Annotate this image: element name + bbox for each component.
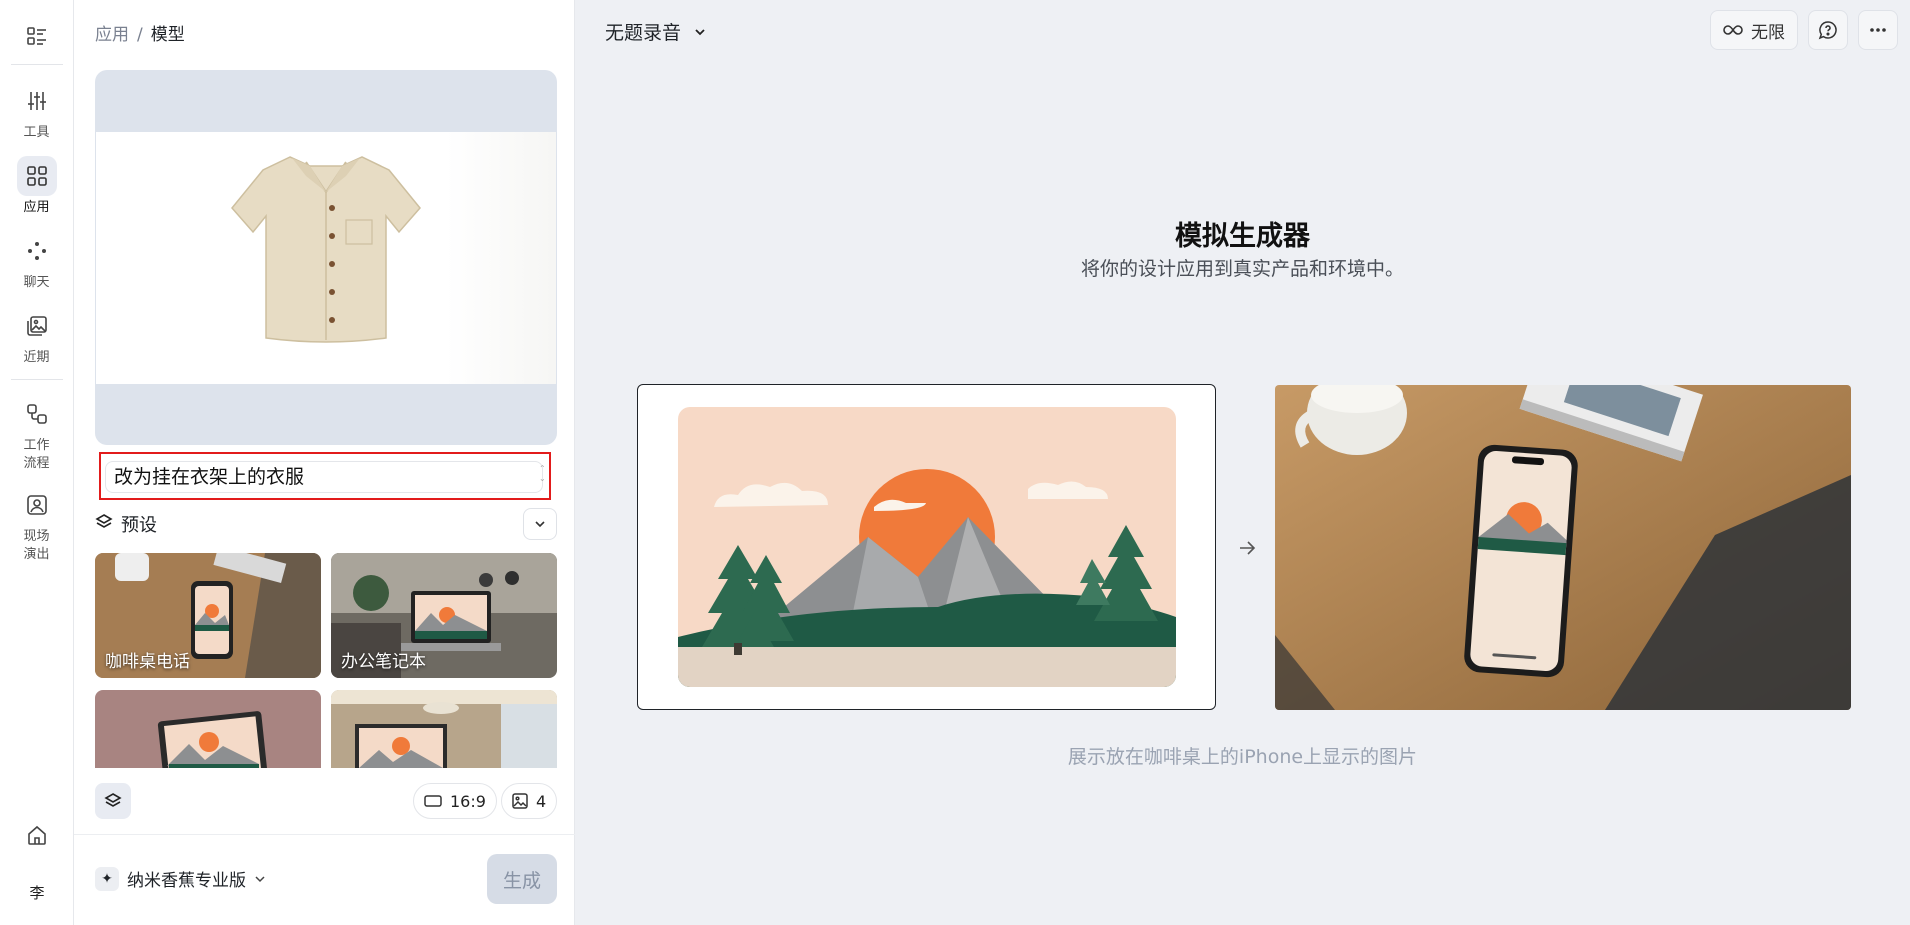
menu-toggle-icon[interactable] [17,20,57,52]
breadcrumb: 应用 / 模型 [95,20,185,45]
main-canvas: 无题录音 无限 模拟生成器 将你的设计应用到真实产品和环境中。 展示放在咖啡桌上… [575,0,1910,925]
unlimited-label: 无限 [1751,22,1785,43]
hero-title: 模拟生成器 [1175,221,1310,252]
breadcrumb-separator: / [137,25,143,45]
rail-item-chat[interactable]: 聊天 [0,231,74,292]
prompt-spinner-icon[interactable]: ⌃ ⌄ [539,464,546,488]
layers-icon [95,513,113,535]
preset-caption: 咖啡桌电话 [105,652,190,672]
preset-caption: 办公笔记本 [341,652,426,672]
model-selector[interactable]: ✦ 纳米香蕉专业版 [95,866,266,891]
chevron-down-icon [255,875,265,882]
preset-thumbnail [95,690,321,768]
preset-card-coffee-phone[interactable]: 咖啡桌电话 [95,553,321,678]
chevron-down-icon [535,521,545,528]
apps-grid-icon [16,156,57,196]
options-bar: 16:9 4 [95,783,558,819]
landscape-illustration [678,407,1176,687]
home-icon[interactable] [17,815,57,855]
uploaded-shirt-image [96,132,556,384]
top-actions: 无限 [1710,10,1898,50]
hero-subtitle: 将你的设计应用到真实产品和环境中。 [1080,258,1404,280]
rail-label: 现场 演出 [23,529,50,562]
sparkle-icon: ✦ [95,866,119,891]
aspect-ratio-value: 16:9 [450,791,486,811]
image-count-value: 4 [536,791,547,811]
preset-card-office-laptop[interactable]: 办公笔记本 [331,553,557,678]
presets-label: 预设 [121,515,157,536]
example-caption: 展示放在咖啡桌上的iPhone上显示的图片 [1067,746,1418,768]
rail-label: 聊天 [23,275,50,290]
workflow-icon [17,394,57,434]
chevron-down-icon [695,28,705,35]
example-output-mockup [1275,385,1851,710]
preset-thumbnail [331,690,557,768]
avatar[interactable]: 李 [22,877,52,907]
gallery-icon [17,306,57,346]
mockup-panel: 应用 / 模型 改为挂在衣架上的衣服 ⌃ ⌄ 预设 咖啡桌电话 办公笔记本 16… [74,0,575,925]
more-dots-icon [1870,28,1886,32]
sliders-icon [17,81,57,121]
prompt-highlight-box: 改为挂在衣架上的衣服 ⌃ ⌄ [99,452,551,500]
live-icon [17,485,57,525]
example-input-design [637,384,1216,710]
presets-expand-button[interactable] [523,508,557,540]
preset-grid: 咖啡桌电话 办公笔记本 [95,553,557,768]
left-rail: 工具 应用 聊天 近期 工作 流程 现场 演出 李 [0,0,74,925]
document-title: 无题录音 [605,22,682,44]
panel-divider [74,834,575,835]
rail-label: 应用 [23,200,50,215]
model-name: 纳米香蕉专业版 [127,871,246,891]
aspect-ratio-selector[interactable]: 16:9 [413,783,497,819]
preset-card-meeting-room[interactable] [331,690,557,768]
rail-item-workflow[interactable]: 工作 流程 [0,394,74,473]
breadcrumb-current: 模型 [150,25,185,45]
help-chat-icon [1818,21,1837,40]
presets-toggle-button[interactable] [95,783,131,819]
rail-item-apps[interactable]: 应用 [0,156,74,217]
rail-divider [10,64,63,65]
shirt-illustration [231,156,421,343]
layers-icon [104,793,122,807]
rail-label: 近期 [23,350,50,365]
chat-dots-icon [17,231,57,271]
rail-item-live[interactable]: 现场 演出 [0,485,74,564]
document-title-dropdown[interactable]: 无题录音 [605,18,707,45]
image-count-selector[interactable]: 4 [501,783,558,819]
generate-button[interactable]: 生成 [487,854,557,904]
source-image-dropzone[interactable] [95,70,557,445]
rail-item-tools[interactable]: 工具 [0,81,74,142]
arrow-right-icon [1240,541,1256,555]
coffee-table-phone-photo [1275,385,1851,710]
breadcrumb-parent[interactable]: 应用 [95,25,129,45]
rail-divider [10,379,63,380]
unlimited-button[interactable]: 无限 [1710,10,1798,50]
preset-card-laptop-pink[interactable] [95,690,321,768]
presets-header: 预设 [95,508,557,540]
more-options-button[interactable] [1858,10,1898,50]
image-icon [512,793,528,809]
infinity-icon [1723,25,1743,35]
rail-item-recent[interactable]: 近期 [0,306,74,367]
feedback-button[interactable] [1808,10,1848,50]
aspect-ratio-icon [424,795,442,807]
rail-label: 工具 [23,125,50,140]
rail-label: 工作 流程 [23,438,50,471]
prompt-input[interactable]: 改为挂在衣架上的衣服 [105,461,543,493]
